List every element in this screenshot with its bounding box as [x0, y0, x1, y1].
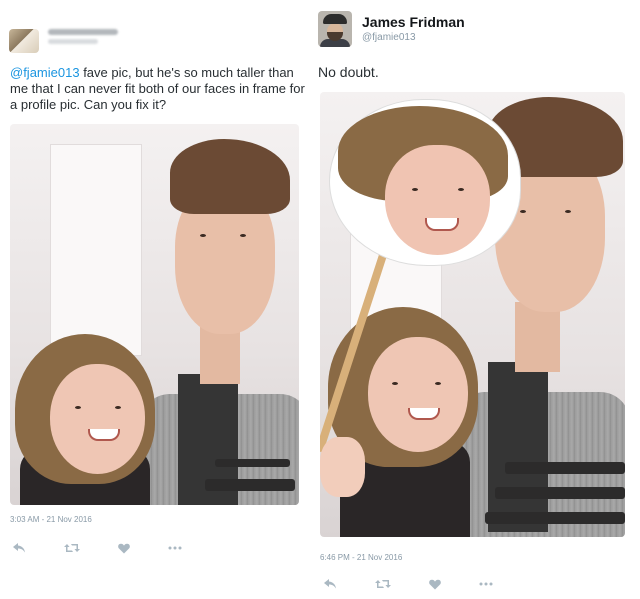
tweet-timestamp[interactable]: 3:03 AM - 21 Nov 2016: [10, 515, 92, 524]
tweet-actions: [12, 540, 212, 556]
blurred-handle: [48, 39, 98, 44]
mention-link[interactable]: @fjamie013: [10, 65, 80, 80]
reply-text: No doubt.: [318, 64, 379, 80]
reply-tweet: James Fridman @fjamie013 No doubt. 6:46 …: [314, 0, 640, 599]
user-avatar[interactable]: [9, 29, 39, 53]
reply-icon[interactable]: [12, 540, 26, 556]
like-icon[interactable]: [429, 576, 441, 592]
author-handle[interactable]: @fjamie013: [362, 32, 416, 43]
author-display-name[interactable]: James Fridman: [362, 14, 465, 30]
original-tweet: @fjamie013 fave pic, but he's so much ta…: [0, 0, 310, 599]
more-icon[interactable]: [479, 576, 493, 592]
blurred-display-name: [48, 29, 118, 35]
retweet-icon[interactable]: [64, 540, 80, 556]
tweet-photo[interactable]: [10, 124, 299, 505]
reply-icon[interactable]: [323, 576, 337, 592]
retweet-icon[interactable]: [375, 576, 391, 592]
like-icon[interactable]: [118, 540, 130, 556]
reply-timestamp[interactable]: 6:46 PM - 21 Nov 2016: [320, 553, 402, 562]
tweet-text: @fjamie013 fave pic, but he's so much ta…: [10, 65, 310, 113]
reply-actions: [323, 576, 523, 592]
author-avatar[interactable]: [318, 11, 352, 47]
reply-photo[interactable]: [320, 92, 625, 537]
more-icon[interactable]: [168, 540, 182, 556]
